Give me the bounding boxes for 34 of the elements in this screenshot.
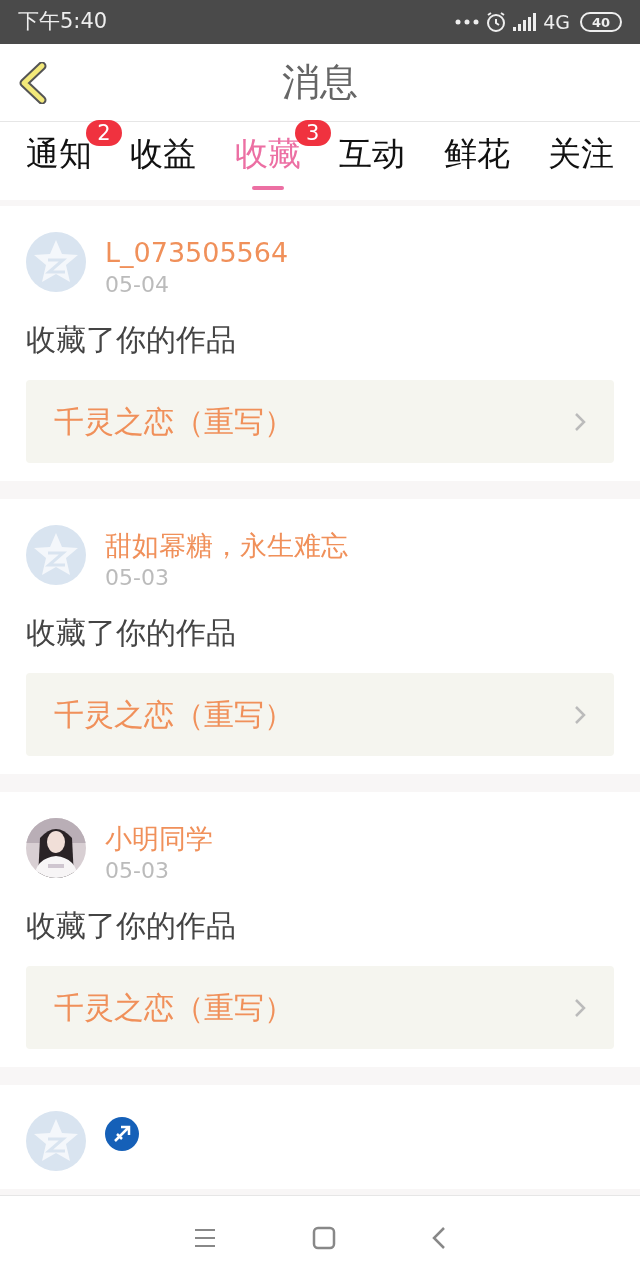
tab[interactable]: 互动 bbox=[339, 132, 406, 176]
tab-indicator bbox=[251, 186, 284, 190]
message-date: 05-03 bbox=[105, 564, 170, 592]
chevron-icon bbox=[574, 704, 586, 725]
chevron-icon bbox=[574, 411, 586, 432]
network-label: 4G bbox=[543, 9, 570, 35]
message-text: 收藏了你的作品 bbox=[26, 907, 237, 945]
home-icon[interactable] bbox=[312, 1226, 336, 1250]
avatar-icon bbox=[26, 1111, 86, 1171]
message-text: 收藏了你的作品 bbox=[26, 614, 237, 652]
menu-icon[interactable] bbox=[194, 1228, 216, 1248]
work-link[interactable]: 千灵之恋（重写） bbox=[26, 380, 614, 463]
page-title: 消息 bbox=[282, 59, 358, 106]
avatar-icon bbox=[26, 525, 86, 585]
message-date: 05-04 bbox=[105, 271, 170, 299]
back-icon[interactable] bbox=[432, 1226, 446, 1250]
avatar-icon bbox=[26, 232, 86, 292]
tab[interactable]: 关注 bbox=[547, 132, 614, 176]
chevron-icon bbox=[574, 997, 586, 1018]
battery-indicator: 40 bbox=[580, 12, 622, 32]
user-name[interactable]: 甜如幂糖，永生难忘 bbox=[105, 529, 348, 563]
message-text: 收藏了你的作品 bbox=[26, 321, 237, 359]
more-dots-icon bbox=[455, 19, 480, 25]
work-link[interactable]: 千灵之恋（重写） bbox=[26, 673, 614, 756]
message-date: 05-03 bbox=[105, 857, 170, 885]
user-name[interactable]: L_073505564 bbox=[105, 236, 289, 270]
tab[interactable]: 鲜花 bbox=[443, 132, 510, 176]
tab[interactable]: 收益 bbox=[130, 132, 197, 176]
back-icon[interactable] bbox=[18, 62, 48, 104]
signal-icon bbox=[513, 13, 538, 31]
status-time: 下午5:40 bbox=[18, 8, 108, 36]
work-link[interactable]: 千灵之恋（重写） bbox=[26, 966, 614, 1049]
alarm-icon bbox=[485, 11, 508, 33]
user-name[interactable]: 小明同学 bbox=[105, 822, 213, 856]
